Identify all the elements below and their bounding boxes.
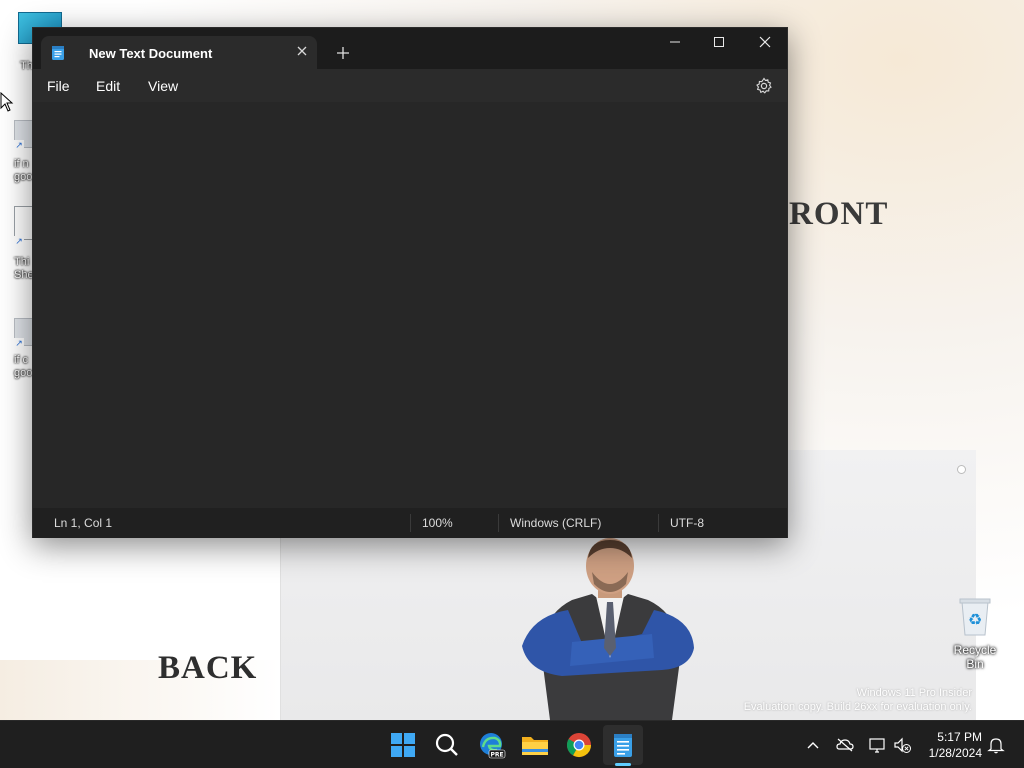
text-editor-area[interactable] xyxy=(33,102,787,508)
status-cursor-position: Ln 1, Col 1 xyxy=(54,516,113,530)
close-icon xyxy=(759,36,771,48)
close-icon xyxy=(297,46,307,56)
edge-pre-icon: PRE xyxy=(480,733,506,759)
menu-bar: File Edit View xyxy=(33,69,787,102)
onedrive-offline-icon[interactable] xyxy=(835,735,855,755)
file-explorer-icon xyxy=(522,737,548,755)
desktop-icon-recycle-bin[interactable]: ♻ Recycle Bin xyxy=(944,596,1006,671)
shortcut-arrow-icon: ↗ xyxy=(14,140,24,150)
search-button[interactable] xyxy=(431,729,463,761)
desktop-icon-label: if c goo xyxy=(14,354,33,379)
wallpaper-person-image xyxy=(522,538,694,720)
windows-watermark: Windows 11 Pro Insider Evaluation copy. … xyxy=(744,686,972,714)
title-bar[interactable]: New Text Document xyxy=(33,28,787,69)
close-tab-button[interactable] xyxy=(292,42,312,62)
chevron-up-icon[interactable] xyxy=(803,735,823,755)
maximize-button[interactable] xyxy=(696,28,742,58)
wallpaper-text-front: RONT xyxy=(789,196,889,232)
desktop-icon-label: Th xyxy=(20,60,33,72)
close-window-button[interactable] xyxy=(742,28,788,58)
status-line-ending[interactable]: Windows (CRLF) xyxy=(510,516,601,530)
watermark-line: Windows 11 Pro Insider xyxy=(856,687,972,699)
tab-title: New Text Document xyxy=(89,46,213,61)
menu-view[interactable]: View xyxy=(148,78,178,94)
menu-file[interactable]: File xyxy=(47,78,70,94)
watermark-line: Evaluation copy. Build 26xx for evaluati… xyxy=(743,701,972,713)
edge-pre-button[interactable]: PRE xyxy=(475,729,507,761)
recycle-bin-icon: ♻ xyxy=(959,598,991,636)
notepad-icon xyxy=(52,46,64,60)
notepad-window: New Text Document File Edit View Ln 1, C… xyxy=(32,27,788,538)
chrome-button[interactable] xyxy=(563,729,595,761)
clock-time: 5:17 PM xyxy=(937,730,982,744)
tab-new-text-document[interactable]: New Text Document xyxy=(41,36,317,69)
system-clock[interactable]: 5:17 PM 1/28/2024 xyxy=(918,729,982,761)
network-icon[interactable] xyxy=(867,735,887,755)
desktop-icon-label: if n goo xyxy=(14,158,33,183)
running-app-indicator xyxy=(615,763,631,766)
status-encoding[interactable]: UTF-8 xyxy=(670,516,704,530)
taskbar: PRE 5:17 PM 1/28/2024 xyxy=(0,720,1024,768)
wallpaper-text-back: BACK xyxy=(158,650,258,686)
mouse-cursor-icon xyxy=(0,92,14,112)
shortcut-arrow-icon: ↗ xyxy=(14,236,24,246)
svg-text:PRE: PRE xyxy=(490,752,503,759)
new-tab-button[interactable] xyxy=(331,41,355,65)
status-divider xyxy=(410,514,411,532)
menu-edit[interactable]: Edit xyxy=(96,78,120,94)
volume-muted-icon[interactable] xyxy=(892,735,912,755)
wallpaper-pin xyxy=(957,465,966,474)
minimize-button[interactable] xyxy=(652,28,698,58)
start-icon xyxy=(391,733,415,757)
status-bar: Ln 1, Col 1 100% Windows (CRLF) UTF-8 xyxy=(33,508,787,538)
status-divider xyxy=(498,514,499,532)
clock-date: 1/28/2024 xyxy=(928,746,982,760)
maximize-icon xyxy=(714,37,724,47)
minimize-icon xyxy=(670,41,680,43)
svg-text:♻: ♻ xyxy=(968,610,982,629)
desktop-icon-label: Thi She xyxy=(14,256,34,281)
plus-icon xyxy=(337,47,349,59)
notification-bell-icon[interactable] xyxy=(986,735,1006,755)
recycle-bin-label: Recycle Bin xyxy=(953,643,997,671)
notepad-taskbar-button[interactable] xyxy=(607,729,639,761)
chrome-icon xyxy=(566,733,591,758)
start-button[interactable] xyxy=(387,729,419,761)
status-divider xyxy=(658,514,659,532)
status-zoom[interactable]: 100% xyxy=(422,516,453,530)
notepad-icon xyxy=(614,734,632,757)
search-icon xyxy=(435,733,458,756)
settings-gear-icon[interactable] xyxy=(755,77,773,95)
shortcut-arrow-icon: ↗ xyxy=(14,338,24,348)
file-explorer-button[interactable] xyxy=(519,729,551,761)
